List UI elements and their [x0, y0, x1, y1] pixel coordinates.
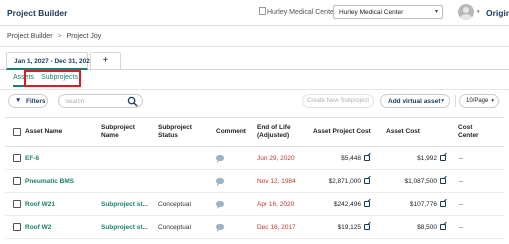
org-logo-alt-text: Hurley Medical Center — [267, 9, 337, 16]
column-header-asset-name[interactable]: Asset Name — [25, 128, 62, 136]
organization-select-value: Hurley Medical Center — [339, 9, 404, 16]
asset-cost: $107,776 — [409, 201, 437, 208]
cost-center: -- — [459, 224, 464, 231]
column-header-asset-project-cost[interactable]: Asset Project Cost — [313, 128, 371, 136]
column-header-comment[interactable]: Comment — [216, 128, 246, 136]
asset-name-link[interactable]: Roof W21 — [25, 201, 55, 208]
edit-icon[interactable] — [364, 178, 370, 184]
breadcrumb-separator: > — [57, 33, 62, 40]
search-input[interactable] — [65, 97, 125, 106]
column-header-end-of-life[interactable]: End of Life (Adjusted) — [257, 124, 307, 140]
asset-name-link[interactable]: Pneumatic BMS — [25, 178, 74, 185]
cost-center: -- — [459, 178, 464, 185]
edit-icon[interactable] — [440, 155, 446, 161]
asset-name-link[interactable]: Roof W2 — [25, 224, 51, 231]
chevron-down-icon: ▾ — [434, 9, 438, 15]
divider — [0, 46, 509, 47]
date-tabs-row: Jan 1, 2027 - Dec 31, 2027 + — [0, 52, 509, 70]
edit-icon[interactable] — [440, 224, 446, 230]
subproject-status: Conceptual — [158, 201, 191, 208]
table-row[interactable]: Roof W2 Subproject st... Conceptual Dec … — [5, 216, 504, 239]
row-checkbox[interactable] — [13, 200, 21, 208]
table-row[interactable]: EF-6 Jun 29, 2020 $5,448 $1,992 -- — [5, 147, 504, 170]
table-header: Asset Name Subproject Name Subproject St… — [5, 118, 504, 147]
top-bar: Project Builder Hurley Medical Center Hu… — [0, 0, 509, 26]
comment-icon[interactable] — [216, 201, 224, 209]
subproject-name-link[interactable]: Subproject st... — [101, 224, 148, 231]
cost-center: -- — [459, 155, 464, 162]
asset-name-link[interactable]: EF-6 — [25, 155, 39, 162]
filters-button[interactable]: ▼ Filters — [8, 94, 48, 108]
asset-project-cost: $19,125 — [337, 224, 362, 231]
add-tab-button[interactable]: + — [90, 52, 121, 70]
edit-icon[interactable] — [364, 224, 370, 230]
row-checkbox[interactable] — [13, 154, 21, 162]
page-size-value: 10/Page — [466, 98, 489, 104]
edit-icon[interactable] — [364, 201, 370, 207]
page-size-select[interactable]: 10/Page ▾ — [459, 94, 499, 108]
brand-logo: Origin — [486, 8, 509, 18]
subproject-status: Conceptual — [158, 224, 191, 231]
row-checkbox[interactable] — [13, 177, 21, 185]
subprojects-highlight-box — [24, 70, 81, 87]
column-header-cost-center[interactable]: Cost Center — [458, 124, 488, 140]
asset-project-cost: $2,871,000 — [328, 178, 361, 185]
asset-project-cost: $242,496 — [333, 201, 361, 208]
comment-icon[interactable] — [216, 224, 224, 232]
comment-icon[interactable] — [216, 155, 224, 163]
add-virtual-asset-button[interactable]: Add virtual asset ▾ — [380, 94, 450, 108]
end-of-life-date: Apr 16, 2020 — [257, 201, 295, 208]
table-row[interactable]: Pneumatic BMS Nov 12, 1984 $2,871,000 $1… — [5, 170, 504, 193]
search-icon[interactable] — [127, 96, 138, 107]
breadcrumb-item-project-builder[interactable]: Project Builder — [7, 33, 53, 40]
add-virtual-asset-label: Add virtual asset — [388, 98, 441, 105]
broken-image-icon — [259, 7, 266, 15]
edit-icon[interactable] — [440, 178, 446, 184]
chevron-down-icon: ▾ — [441, 98, 444, 104]
avatar-menu-caret-icon[interactable]: ▾ — [477, 9, 480, 15]
end-of-life-date: Nov 12, 1984 — [257, 178, 296, 185]
divider — [0, 89, 509, 90]
end-of-life-date: Jun 29, 2020 — [257, 155, 295, 162]
table-row[interactable]: Roof W21 Subproject st... Conceptual Apr… — [5, 193, 504, 216]
table-toolbar: ▼ Filters Create New Subproject Add virt… — [0, 94, 509, 110]
asset-cost: $1,087,500 — [404, 178, 437, 185]
create-new-subproject-button[interactable]: Create New Subproject — [302, 94, 374, 108]
edit-icon[interactable] — [364, 155, 370, 161]
breadcrumb: Project Builder > Project Joy — [7, 33, 101, 40]
chevron-down-icon: ▾ — [491, 98, 494, 104]
asset-project-cost: $5,448 — [341, 155, 361, 162]
divider — [455, 95, 456, 107]
row-checkbox[interactable] — [13, 223, 21, 231]
user-avatar[interactable] — [458, 4, 474, 20]
filter-icon: ▼ — [15, 97, 22, 104]
search-box[interactable] — [58, 94, 143, 108]
comment-icon[interactable] — [216, 178, 224, 186]
tab-date-range[interactable]: Jan 1, 2027 - Dec 31, 2027 — [6, 52, 94, 70]
asset-cost: $8,500 — [417, 224, 437, 231]
cost-center: -- — [459, 201, 464, 208]
asset-cost: $1,992 — [417, 155, 437, 162]
app-title: Project Builder — [7, 8, 68, 18]
subproject-name-link[interactable]: Subproject st... — [101, 201, 148, 208]
org-logo: Hurley Medical Center — [259, 7, 336, 16]
column-header-asset-cost[interactable]: Asset Cost — [386, 128, 420, 136]
organization-select[interactable]: Hurley Medical Center ▾ — [333, 5, 443, 19]
filters-label: Filters — [26, 98, 46, 105]
edit-icon[interactable] — [440, 201, 446, 207]
end-of-life-date: Dec 16, 2017 — [257, 224, 296, 231]
breadcrumb-item-project: Project Joy — [66, 33, 102, 40]
column-header-subproject-name[interactable]: Subproject Name — [101, 124, 149, 140]
assets-table: Asset Name Subproject Name Subproject St… — [5, 117, 504, 239]
select-all-checkbox[interactable] — [13, 128, 21, 136]
column-header-subproject-status[interactable]: Subproject Status — [158, 124, 203, 140]
